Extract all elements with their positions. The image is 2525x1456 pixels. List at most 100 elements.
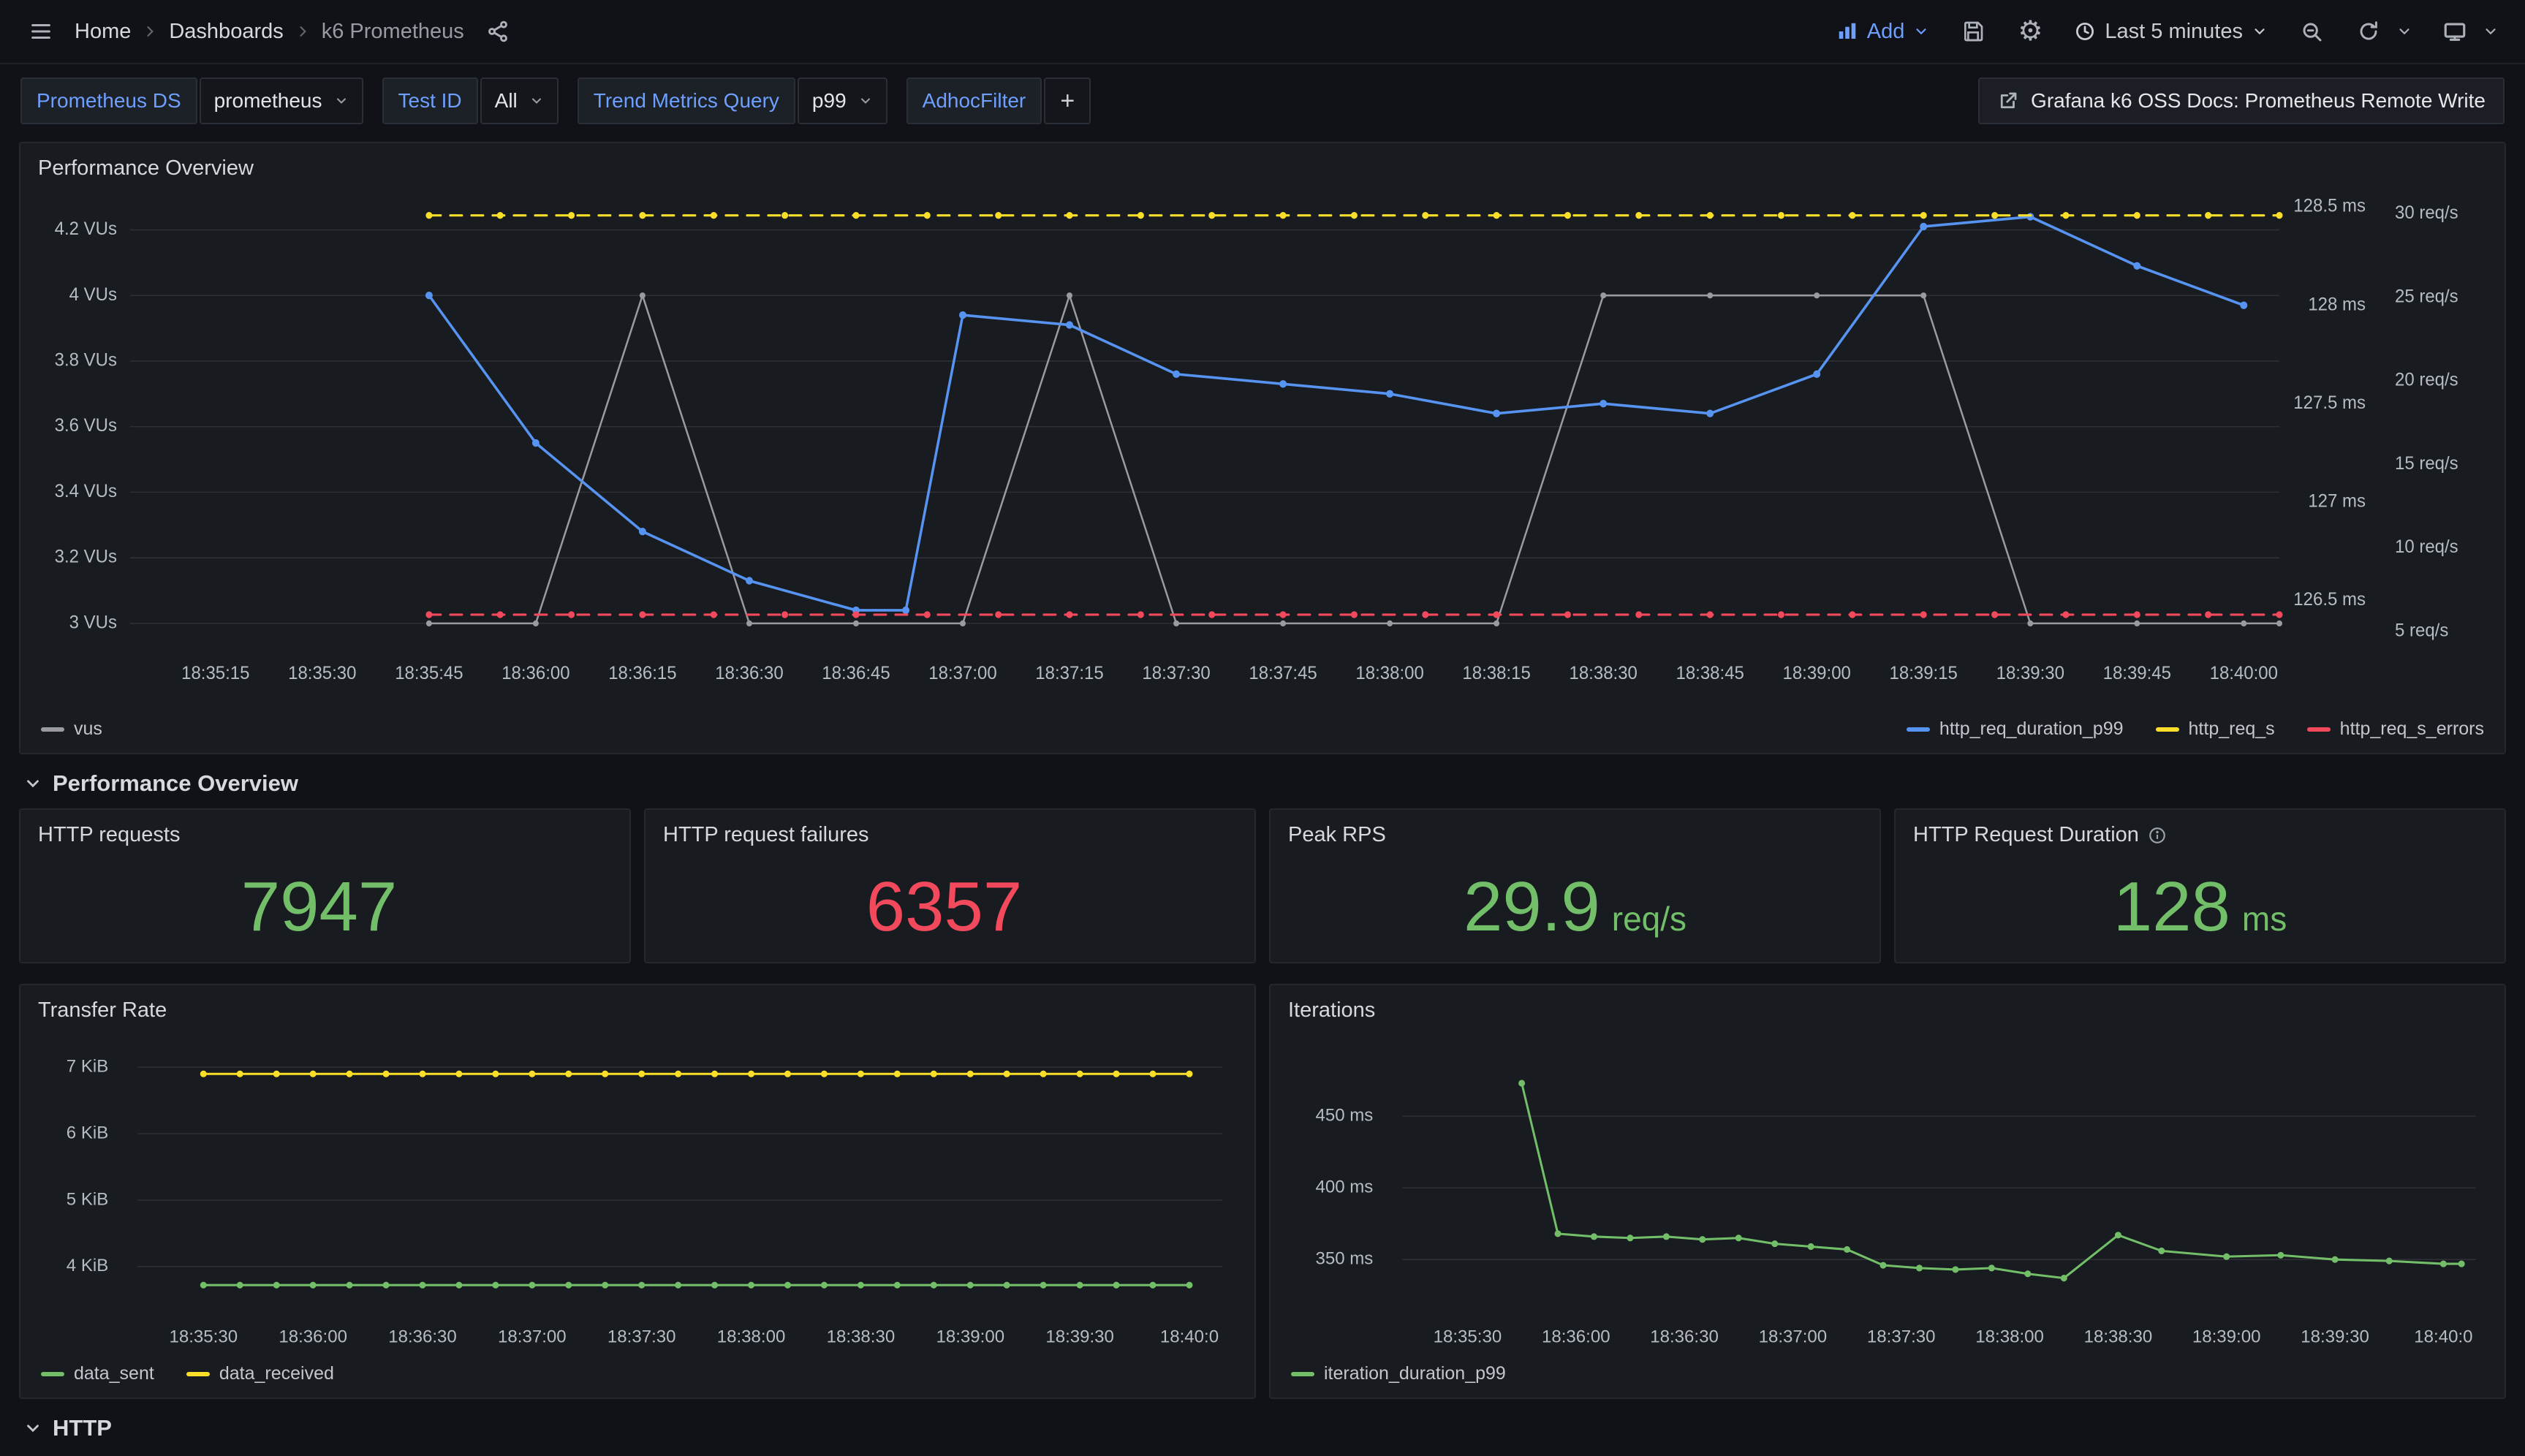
zoom-out-button[interactable] [2291,10,2332,53]
svg-text:400 ms: 400 ms [1315,1177,1373,1197]
panel-http-request-failures: HTTP request failures 6357 [644,808,1256,963]
svg-text:20 req/s: 20 req/s [2395,370,2458,390]
add-filter-button[interactable]: + [1044,77,1091,124]
legend-item-iteration-duration-p99[interactable]: iteration_duration_p99 [1291,1363,1506,1384]
section-title: HTTP [53,1415,112,1441]
panel-http-requests: HTTP requests 7947 [19,808,631,963]
prometheus-ds-dropdown[interactable]: prometheus [200,77,363,124]
svg-text:18:37:30: 18:37:30 [1867,1327,1936,1346]
legend-item-http-req-s-errors[interactable]: http_req_s_errors [2307,718,2484,740]
svg-text:5 KiB: 5 KiB [67,1189,108,1209]
dashboard-content: Performance Overview 4.2 VUs4 VUs3.8 VUs… [0,137,2525,1441]
legend-item-data-sent[interactable]: data_sent [41,1363,154,1384]
monitor-icon [2442,19,2467,44]
add-button[interactable]: Add [1829,10,1937,53]
dashboard-controls: Prometheus DS prometheus Test ID All Tre… [0,64,2525,137]
svg-text:18:38:00: 18:38:00 [1355,664,1423,683]
svg-text:18:40:0: 18:40:0 [2414,1327,2472,1346]
legend-item-http-req-duration-p99[interactable]: http_req_duration_p99 [1907,718,2124,740]
svg-text:18:40:0: 18:40:0 [1160,1327,1219,1346]
stat-value: 6357 [866,867,1034,947]
chart-legend: vus http_req_duration_p99 http_req_s htt… [20,716,2505,753]
breadcrumb-separator-icon [295,24,310,39]
section-http[interactable]: HTTP [23,1415,2502,1441]
docs-link-label: Grafana k6 OSS Docs: Prometheus Remote W… [2031,89,2486,113]
legend-item-data-received[interactable]: data_received [186,1363,334,1384]
legend-swatch [1907,727,1930,732]
transfer-rate-chart[interactable]: 7 KiB6 KiB5 KiB4 KiB18:35:3018:36:0018:3… [20,1027,1254,1360]
chevron-down-icon [2252,23,2268,39]
panel-title: HTTP requests [20,810,629,852]
stat-value: 29.9req/s [1464,867,1687,947]
breadcrumb: Home Dashboards k6 Prometheus [75,20,464,44]
chevron-down-icon [23,774,42,793]
svg-text:18:36:00: 18:36:00 [501,664,569,683]
save-dashboard-button[interactable] [1953,10,1994,53]
top-navbar: Home Dashboards k6 Prometheus Add ⚙ Last… [0,0,2525,64]
docs-link-button[interactable]: Grafana k6 OSS Docs: Prometheus Remote W… [1978,77,2505,124]
svg-text:10 req/s: 10 req/s [2395,537,2458,557]
legend-label: http_req_s [2189,718,2275,740]
svg-text:30 req/s: 30 req/s [2395,203,2458,223]
svg-text:126.5 ms: 126.5 ms [2293,590,2366,610]
panel-title: HTTP Request Duration [1913,823,2139,847]
tv-mode-dropdown[interactable] [2477,10,2505,53]
svg-text:3.6 VUs: 3.6 VUs [55,416,117,436]
share-button[interactable] [477,10,518,53]
svg-text:18:37:30: 18:37:30 [1142,664,1210,683]
svg-text:18:36:00: 18:36:00 [279,1327,347,1346]
svg-text:3.4 VUs: 3.4 VUs [55,482,117,501]
svg-text:15 req/s: 15 req/s [2395,453,2458,473]
tv-mode-button[interactable] [2434,10,2475,53]
legend-label: http_req_s_errors [2340,718,2484,740]
panel-title: Performance Overview [20,143,2505,185]
menu-button[interactable] [20,10,61,53]
adhoc-filter-label: AdhocFilter [906,77,1042,124]
svg-text:450 ms: 450 ms [1315,1105,1373,1125]
panel-transfer-rate: Transfer Rate 7 KiB6 KiB5 KiB4 KiB18:35:… [19,984,1256,1399]
refresh-interval-dropdown[interactable] [2390,10,2418,53]
svg-text:18:36:45: 18:36:45 [822,664,890,683]
gear-icon: ⚙ [2018,18,2043,45]
chevron-down-icon [23,1419,42,1438]
chevron-down-icon [858,94,873,108]
time-range-picker[interactable]: Last 5 minutes [2067,10,2275,53]
svg-text:18:35:30: 18:35:30 [288,664,356,683]
legend-swatch [2156,727,2179,732]
legend-label: http_req_duration_p99 [1939,718,2124,740]
svg-text:25 req/s: 25 req/s [2395,287,2458,306]
legend-label: vus [74,718,102,740]
trend-metrics-dropdown[interactable]: p99 [798,77,887,124]
svg-text:18:37:00: 18:37:00 [928,664,996,683]
breadcrumb-home[interactable]: Home [75,20,131,44]
panel-http-request-duration: HTTP Request Duration 128ms [1894,808,2506,963]
chevron-down-icon [1913,23,1929,39]
svg-text:18:36:30: 18:36:30 [388,1327,457,1346]
svg-text:18:37:15: 18:37:15 [1035,664,1103,683]
svg-text:18:39:15: 18:39:15 [1890,664,1958,683]
legend-item-http-req-s[interactable]: http_req_s [2156,718,2275,740]
iterations-chart[interactable]: 450 ms400 ms350 ms18:35:3018:36:0018:36:… [1271,1027,2505,1360]
variable-value: prometheus [214,89,322,113]
svg-text:3.2 VUs: 3.2 VUs [55,547,117,566]
legend-item-vus[interactable]: vus [41,718,102,740]
performance-overview-chart[interactable]: 4.2 VUs4 VUs3.8 VUs3.6 VUs3.4 VUs3.2 VUs… [20,185,2505,716]
svg-text:18:35:45: 18:35:45 [395,664,463,683]
dashboard-settings-button[interactable]: ⚙ [2010,10,2051,53]
section-title: Performance Overview [53,770,298,797]
info-icon[interactable] [2148,826,2167,845]
refresh-button[interactable] [2348,10,2389,53]
legend-swatch [2307,727,2331,732]
legend-swatch [41,1372,64,1376]
legend-group-right: http_req_duration_p99 http_req_s http_re… [1907,718,2484,740]
panel-title: Transfer Rate [20,985,1254,1027]
legend-label: iteration_duration_p99 [1324,1363,1506,1384]
save-icon [1961,20,1985,43]
variable-label: Prometheus DS [20,77,197,124]
share-icon [486,20,510,43]
section-performance-overview[interactable]: Performance Overview [23,770,2502,797]
test-id-dropdown[interactable]: All [480,77,559,124]
panel-iterations: Iterations 450 ms400 ms350 ms18:35:3018:… [1269,984,2506,1399]
chevron-down-icon [529,94,544,108]
breadcrumb-dashboards[interactable]: Dashboards [169,20,283,44]
